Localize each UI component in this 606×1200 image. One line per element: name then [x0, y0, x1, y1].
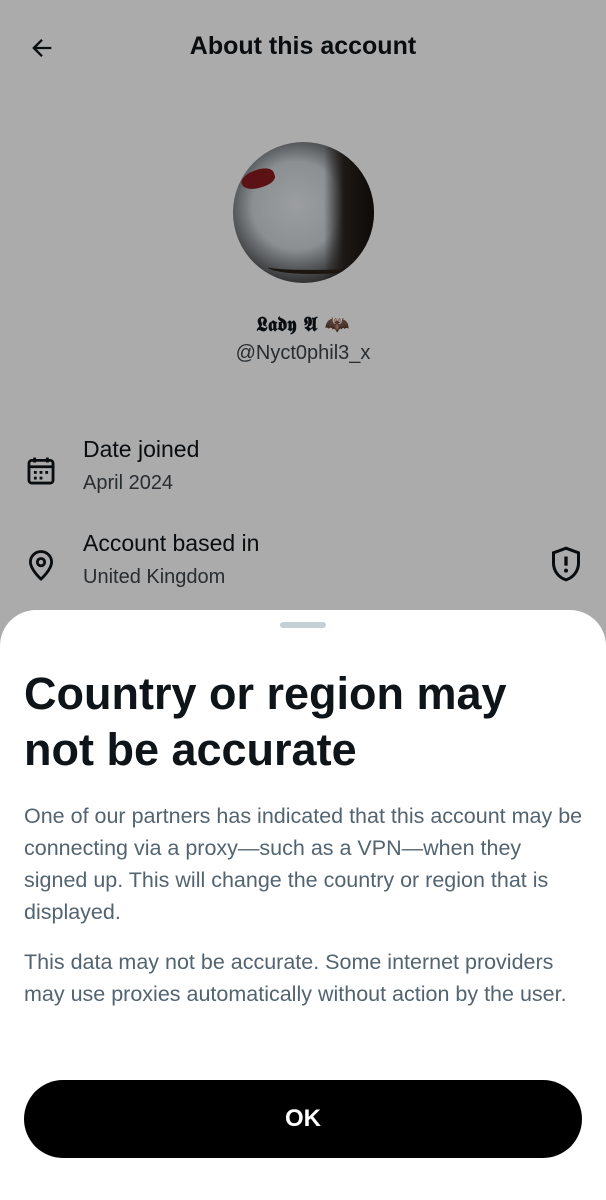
- sheet-grabber[interactable]: [280, 622, 326, 628]
- bottom-sheet: Country or region may not be accurate On…: [0, 610, 606, 1200]
- ok-button[interactable]: OK: [24, 1080, 582, 1158]
- sheet-paragraph-1: One of our partners has indicated that t…: [24, 804, 583, 924]
- screen: About this account 𝕷𝖆𝖉𝖞 𝕬 🦇 @Nyct0phil3_…: [0, 0, 606, 1200]
- sheet-title: Country or region may not be accurate: [24, 668, 507, 775]
- sheet-paragraph-2: This data may not be accurate. Some inte…: [24, 950, 567, 1006]
